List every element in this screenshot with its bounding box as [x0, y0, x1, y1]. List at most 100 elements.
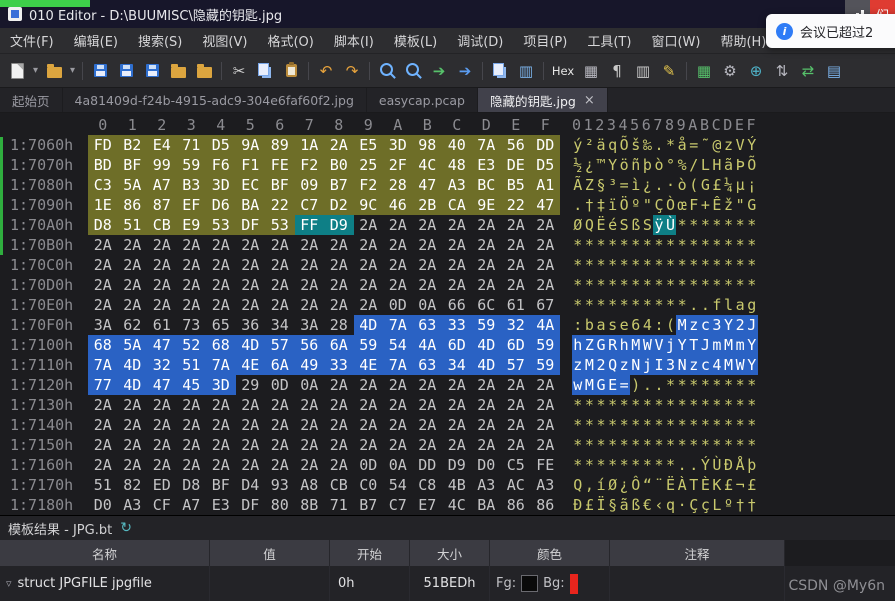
hex-byte[interactable]: 2A	[118, 395, 148, 415]
hex-byte[interactable]: 2A	[383, 375, 413, 395]
hex-byte[interactable]: D4	[236, 475, 266, 495]
ascii-char[interactable]: m	[711, 335, 723, 355]
hex-byte[interactable]: 47	[147, 375, 177, 395]
hex-byte[interactable]: 59	[353, 335, 383, 355]
ascii-char[interactable]: Y	[722, 315, 735, 335]
hex-byte[interactable]: 2A	[383, 215, 413, 235]
hex-byte[interactable]: 2A	[531, 395, 561, 415]
ascii-char[interactable]: Ë	[595, 215, 607, 235]
hex-byte[interactable]: 61	[147, 315, 177, 335]
ascii-char[interactable]: *	[700, 435, 712, 455]
ascii-char[interactable]: ‹	[653, 495, 665, 515]
hex-byte[interactable]: 2B	[412, 195, 442, 215]
hex-byte[interactable]: 2A	[295, 255, 325, 275]
ascii-char[interactable]: ²	[584, 135, 596, 155]
ascii-char[interactable]: *	[653, 255, 665, 275]
hex-byte[interactable]: 9A	[235, 135, 265, 155]
hex-byte[interactable]: 2A	[177, 415, 207, 435]
ascii-column[interactable]: : b a s e 6 4:(Mz c 3 Y 2 J	[572, 315, 758, 335]
hex-byte[interactable]: 57	[265, 335, 295, 355]
menu-item-project[interactable]: 项目(P)	[513, 31, 577, 50]
hex-byte[interactable]: 2A	[354, 435, 384, 455]
tab-easycap-pcap[interactable]: easycap.pcap	[367, 88, 478, 112]
hex-byte[interactable]: D6	[206, 195, 236, 215]
ascii-char[interactable]: ¿	[584, 155, 596, 175]
ascii-char[interactable]: z	[572, 355, 584, 375]
hex-byte[interactable]: 2A	[472, 235, 502, 255]
hex-byte[interactable]: 2A	[531, 235, 561, 255]
column-header-name[interactable]: 名称	[0, 540, 210, 566]
ascii-char[interactable]: 4	[642, 315, 654, 335]
ascii-char[interactable]: *	[572, 455, 584, 475]
ascii-char[interactable]: Ù	[664, 215, 677, 235]
ascii-char[interactable]: *	[746, 435, 758, 455]
hex-byte[interactable]: 53	[265, 215, 295, 235]
ascii-char[interactable]: a	[595, 315, 607, 335]
hex-byte[interactable]: 49	[294, 355, 324, 375]
ascii-char[interactable]: M	[629, 335, 642, 355]
hex-byte[interactable]: 2A	[206, 435, 236, 455]
edit-as-icon[interactable]: ▦	[578, 58, 604, 84]
hex-byte[interactable]: 80	[265, 495, 295, 515]
hex-byte[interactable]: D8	[88, 215, 118, 235]
template-row-jpgfile[interactable]: ▿ struct JPGFILE jpgfile 0h 51BEDh Fg: B…	[0, 566, 895, 601]
hex-byte[interactable]: 4D	[353, 315, 383, 335]
hex-byte[interactable]: 2A	[295, 295, 325, 315]
hex-byte[interactable]: B5	[501, 175, 531, 195]
menu-item-file[interactable]: 文件(F)	[0, 31, 64, 50]
hex-byte[interactable]: 4B	[442, 475, 472, 495]
ascii-char[interactable]: N	[676, 355, 688, 375]
hex-byte[interactable]: 34	[442, 355, 472, 375]
hex-byte[interactable]: 2A	[265, 235, 295, 255]
hex-byte[interactable]: 2A	[177, 395, 207, 415]
ascii-char[interactable]: *	[688, 415, 700, 435]
ascii-char[interactable]: H	[711, 155, 723, 175]
hex-byte[interactable]: 0D	[383, 295, 413, 315]
close-folder-icon[interactable]	[165, 58, 191, 84]
hex-byte[interactable]: 71	[324, 495, 354, 515]
ascii-char[interactable]: *	[584, 435, 596, 455]
ascii-char[interactable]: W	[734, 355, 746, 375]
hex-byte[interactable]: C7	[294, 195, 324, 215]
ascii-char[interactable]: *	[618, 255, 630, 275]
hex-byte[interactable]: 56	[294, 335, 324, 355]
hex-byte[interactable]: 09	[294, 175, 324, 195]
ascii-char[interactable]: *	[618, 435, 630, 455]
hex-byte[interactable]: 2A	[88, 295, 118, 315]
hex-byte[interactable]: 2A	[236, 455, 266, 475]
ascii-char[interactable]: ž	[723, 195, 735, 215]
hex-byte[interactable]: 2A	[88, 415, 118, 435]
ascii-char[interactable]: .	[653, 175, 665, 195]
ascii-char[interactable]: Ý	[746, 135, 758, 155]
ascii-char[interactable]: =	[618, 175, 630, 195]
ascii-char[interactable]: *	[746, 375, 758, 395]
ascii-char[interactable]: *	[746, 415, 758, 435]
hex-byte[interactable]: 2A	[265, 435, 295, 455]
open-file-icon[interactable]	[41, 58, 67, 84]
ascii-char[interactable]: ¡	[746, 175, 758, 195]
ascii-char[interactable]: *	[584, 455, 596, 475]
hex-byte[interactable]: 2A	[413, 395, 443, 415]
ascii-char[interactable]: ñ	[630, 155, 642, 175]
ascii-char[interactable]: :	[572, 315, 584, 335]
hex-byte[interactable]: 2A	[236, 415, 266, 435]
hex-byte[interactable]: 32	[501, 315, 531, 335]
ascii-char[interactable]: *	[653, 395, 665, 415]
hex-byte[interactable]: 2A	[354, 235, 384, 255]
hex-byte[interactable]: BD	[88, 155, 118, 175]
hex-byte[interactable]: 2A	[324, 395, 354, 415]
hex-byte[interactable]: 32	[147, 355, 177, 375]
hex-byte[interactable]: 2A	[88, 235, 118, 255]
hex-byte[interactable]: 2A	[265, 455, 295, 475]
ascii-char[interactable]: *	[734, 235, 746, 255]
ascii-char[interactable]: *	[688, 235, 700, 255]
ascii-column[interactable]: zM2QzNjI3Nzc4MWY	[572, 355, 758, 375]
column-header-start[interactable]: 开始	[330, 540, 410, 566]
ascii-char[interactable]: *	[584, 295, 596, 315]
ascii-char[interactable]: *	[676, 395, 688, 415]
ascii-char[interactable]: *	[723, 275, 735, 295]
hex-byte[interactable]: 73	[177, 315, 207, 335]
ascii-char[interactable]: *	[572, 395, 584, 415]
hex-byte[interactable]: 2A	[531, 375, 561, 395]
column-header-value[interactable]: 值	[210, 540, 330, 566]
